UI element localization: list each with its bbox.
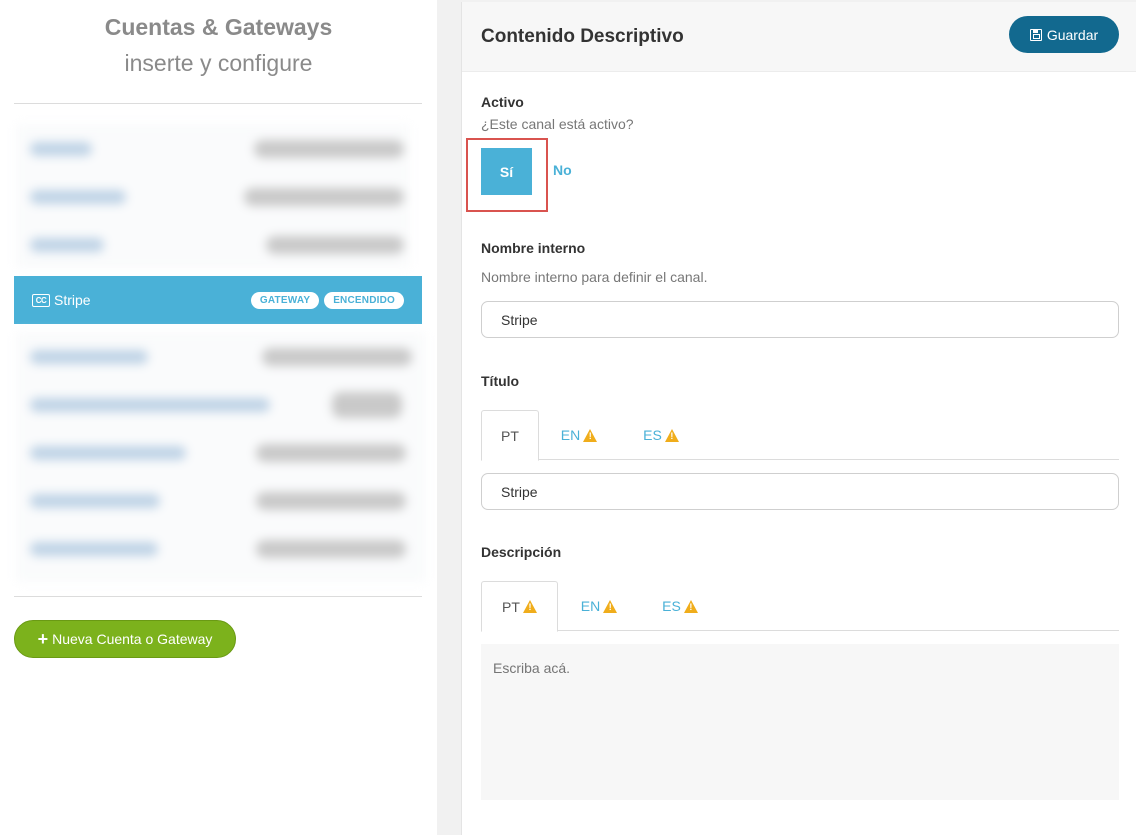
internal-name-help: Nombre interno para definir el canal. (481, 269, 708, 285)
account-row-selected[interactable]: CC Stripe GATEWAY ENCENDIDO (14, 276, 422, 324)
active-yes-button[interactable]: Sí (481, 148, 532, 195)
tab-description-pt[interactable]: PT ! (481, 581, 558, 632)
redacted-accounts-bottom (16, 332, 426, 582)
warning-icon: ! (664, 428, 679, 442)
warning-icon: ! (583, 428, 598, 442)
title-label: Título (481, 373, 520, 389)
tab-label: EN (560, 427, 581, 443)
panel-title: Contenido Descriptivo (481, 26, 684, 47)
save-button[interactable]: Guardar (1009, 16, 1119, 53)
title-language-tabs: PT EN ! ES ! (481, 410, 1119, 461)
save-icon (1029, 28, 1042, 41)
credit-card-icon: CC (32, 293, 50, 307)
gateway-badge: GATEWAY (250, 291, 320, 309)
warning-icon: ! (522, 600, 537, 613)
account-name: Stripe (54, 292, 91, 308)
accounts-sidebar: Cuentas & Gateways inserte y configure C… (0, 0, 437, 835)
active-no-button[interactable]: No (553, 162, 572, 178)
new-account-label: Nueva Cuenta o Gateway (52, 631, 213, 647)
status-badge: ENCENDIDO (324, 291, 404, 309)
new-account-button[interactable]: + Nueva Cuenta o Gateway (14, 620, 236, 658)
active-help: ¿Este canal está activo? (481, 116, 634, 132)
tab-title-pt[interactable]: PT (481, 410, 539, 461)
tab-description-en[interactable]: EN ! (567, 581, 631, 631)
panel-header: Contenido Descriptivo Guardar (462, 2, 1136, 72)
description-language-tabs: PT ! EN ! ES ! (481, 581, 1119, 632)
internal-name-input[interactable] (481, 301, 1119, 338)
tab-label: ES (662, 598, 681, 614)
tab-title-en[interactable]: EN ! (549, 410, 609, 460)
tab-label: PT (502, 598, 520, 615)
active-label: Activo (481, 94, 524, 110)
divider (14, 103, 422, 104)
content-panel: Contenido Descriptivo Guardar Activo ¿Es… (461, 2, 1136, 835)
internal-name-label: Nombre interno (481, 240, 586, 256)
title-input[interactable] (481, 473, 1119, 510)
divider (14, 596, 422, 597)
tab-label: PT (501, 427, 519, 444)
tab-label: ES (643, 427, 662, 443)
redacted-accounts-top (16, 124, 410, 268)
sidebar-subtitle: inserte y configure (124, 50, 313, 76)
save-label: Guardar (1046, 26, 1099, 43)
description-label: Descripción (481, 544, 562, 560)
warning-icon: ! (683, 599, 698, 613)
tab-title-es[interactable]: ES ! (631, 410, 691, 460)
plus-icon: + (37, 629, 49, 649)
description-textarea[interactable] (481, 644, 1119, 800)
tab-label: EN (580, 598, 601, 614)
warning-icon: ! (603, 599, 618, 613)
sidebar-title: Cuentas & Gateways (104, 14, 333, 40)
tab-description-es[interactable]: ES ! (648, 581, 712, 631)
